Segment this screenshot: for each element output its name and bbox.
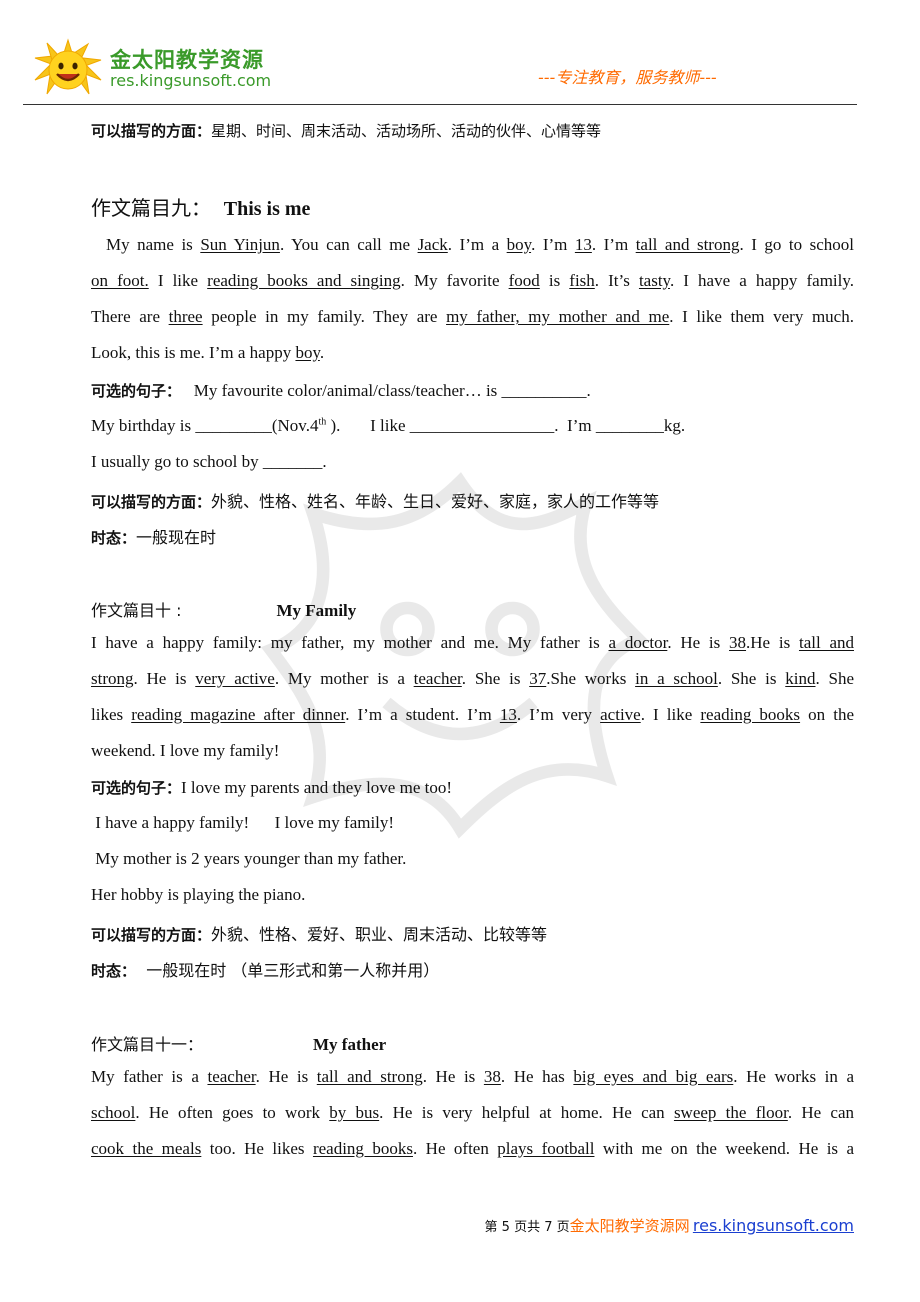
logo-title: 金太阳教学资源: [110, 48, 264, 72]
underlined-keyword: on foot.: [91, 271, 149, 290]
underlined-keyword: cook the meals: [91, 1139, 202, 1158]
essay10-tense: 时态： 一般现在时 （单三形式和第一人称并用）: [91, 957, 439, 981]
underlined-keyword: 38: [483, 1067, 501, 1086]
logo-url: res.kingsunsoft.com: [110, 71, 272, 90]
underlined-keyword: tasty: [638, 271, 670, 290]
underlined-keyword: food: [508, 271, 540, 290]
underlined-keyword: 13: [499, 705, 517, 724]
footer-org: 金太阳教学资源网: [569, 1217, 690, 1235]
underlined-keyword: plays football: [497, 1139, 595, 1158]
underlined-keyword: 38: [729, 633, 747, 652]
aspects-text: 外貌、性格、姓名、年龄、生日、爱好、家庭，家人的工作等等: [211, 492, 660, 511]
essay11-heading: 作文篇目十一： My father: [91, 1031, 386, 1055]
underlined-keyword: teacher: [413, 669, 462, 688]
optional-sentence: ). I like _________________. I’m _______…: [326, 416, 686, 435]
header-slogan: ---专注教育，服务教师---: [538, 68, 717, 87]
underlined-keyword: boy: [295, 343, 320, 362]
essay9-heading-cn: 作文篇目九：: [91, 196, 211, 220]
underlined-keyword: fish: [569, 271, 595, 290]
essay10-optional-4: Her hobby is playing the piano.: [91, 885, 306, 904]
essay10-heading: 作文篇目十 : My Family: [91, 597, 356, 621]
underlined-keyword: big eyes and big ears: [573, 1067, 734, 1086]
aspects-text: 外貌、性格、爱好、职业、周末活动、比较等等: [211, 925, 548, 944]
essay10-optional-1: 可选的句子：I love my parents and they love me…: [91, 777, 452, 798]
essay11-line: school. He often goes to work by bus. He…: [91, 1103, 854, 1122]
underlined-keyword: Sun Yinjun: [200, 235, 280, 254]
footer-link[interactable]: res.kingsunsoft.com: [693, 1216, 854, 1235]
page-header: 金太阳教学资源 res.kingsunsoft.com ---专注教育，服务教师…: [0, 0, 920, 110]
essay10-line: I have a happy family: my father, my mot…: [91, 633, 854, 652]
underlined-keyword: sweep the floor: [673, 1103, 788, 1122]
essay10-line: weekend. I love my family!: [91, 741, 280, 760]
essay9-heading: 作文篇目九： This is me: [91, 192, 310, 221]
essay9-line: There are three people in my family. The…: [91, 307, 854, 326]
underlined-keyword: tall and strong: [316, 1067, 423, 1086]
underlined-keyword: reading books: [700, 705, 801, 724]
aspects-label: 可以描写的方面：: [91, 122, 212, 140]
top-aspects-line: 可以描写的方面：星期、时间、周末活动、活动场所、活动的伙伴、心情等等: [91, 120, 601, 141]
underlined-keyword: school: [91, 1103, 136, 1122]
essay11-line: cook the meals too. He likes reading boo…: [91, 1139, 855, 1158]
page-footer: 第 5 页共 7 页金太阳教学资源网 res.kingsunsoft.com: [485, 1215, 854, 1236]
essay11-line: My father is a teacher. He is tall and s…: [91, 1067, 855, 1086]
aspects-label: 可以描写的方面：: [91, 493, 212, 511]
underlined-keyword: in a school: [635, 669, 718, 688]
underlined-keyword: kind: [785, 669, 816, 688]
page-number: 第 5 页共 7 页: [484, 1220, 570, 1235]
essay10-line: strong. He is very active. My mother is …: [91, 669, 855, 688]
essay9-optional-1: 可选的句子： My favourite color/animal/class/t…: [91, 380, 591, 401]
underlined-keyword: by bus: [329, 1103, 380, 1122]
sun-logo-icon: [34, 38, 102, 95]
underlined-keyword: reading magazine after dinner: [131, 705, 346, 724]
underlined-keyword: 37: [529, 669, 547, 688]
underlined-keyword: Jack: [417, 235, 448, 254]
essay9-line: Look, this is me. I’m a happy boy.: [91, 343, 325, 362]
aspects-label: 可以描写的方面：: [91, 926, 212, 944]
underlined-keyword: strong: [91, 669, 134, 688]
essay10-heading-cn: 作文篇目十 :: [91, 601, 182, 620]
underlined-keyword: three: [168, 307, 203, 326]
aspects-text: 星期、时间、周末活动、活动场所、活动的伙伴、心情等等: [211, 122, 602, 140]
underlined-keyword: tall and strong: [635, 235, 740, 254]
essay9-heading-en: This is me: [223, 198, 311, 220]
essay9-line: My name is Sun Yinjun. You can call me J…: [91, 235, 855, 254]
optional-sentence: I love my parents and they love me too!: [181, 778, 452, 797]
tense-text: 一般现在时: [136, 528, 217, 547]
essay9-tense: 时态：一般现在时: [91, 524, 216, 548]
essay9-aspects: 可以描写的方面：外貌、性格、姓名、年龄、生日、爱好、家庭，家人的工作等等: [91, 488, 659, 512]
essay10-line: likes reading magazine after dinner. I’m…: [91, 705, 854, 724]
underlined-keyword: my father, my mother and me: [446, 307, 670, 326]
optional-label: 可选的句子：: [91, 779, 182, 797]
underlined-keyword: very active: [195, 669, 275, 688]
essay10-optional-3: My mother is 2 years younger than my fat…: [91, 849, 407, 868]
underlined-keyword: a doctor: [608, 633, 668, 652]
underlined-keyword: reading books and singing: [207, 271, 401, 290]
underlined-keyword: tall and: [798, 633, 854, 652]
underlined-keyword: teacher: [207, 1067, 256, 1086]
optional-sentence: My favourite color/animal/class/teacher……: [193, 381, 591, 400]
underlined-keyword: active: [600, 705, 641, 724]
essay10-heading-en: My Family: [276, 601, 357, 620]
essay11-heading-cn: 作文篇目十一：: [91, 1035, 204, 1054]
essay10-aspects: 可以描写的方面：外貌、性格、爱好、职业、周末活动、比较等等: [91, 921, 547, 945]
essay10-optional-2: I have a happy family! I love my family!: [91, 813, 395, 832]
essay9-optional-2: My birthday is _________(Nov.4th ). I li…: [91, 416, 685, 436]
header-divider: [23, 104, 857, 105]
tense-label: 时态：: [91, 529, 137, 547]
underlined-keyword: reading books: [312, 1139, 413, 1158]
essay11-heading-en: My father: [313, 1035, 387, 1054]
underlined-keyword: 13: [574, 235, 592, 254]
tense-text: 一般现在时 （单三形式和第一人称并用）: [136, 961, 440, 980]
optional-label: 可选的句子：: [91, 382, 182, 400]
essay9-optional-3: I usually go to school by _______.: [91, 452, 327, 471]
underlined-keyword: boy: [506, 235, 532, 254]
tense-label: 时态：: [91, 962, 137, 980]
essay9-line: on foot. I like reading books and singin…: [91, 271, 855, 290]
optional-sentence: My birthday is _________(Nov.4: [91, 416, 319, 435]
